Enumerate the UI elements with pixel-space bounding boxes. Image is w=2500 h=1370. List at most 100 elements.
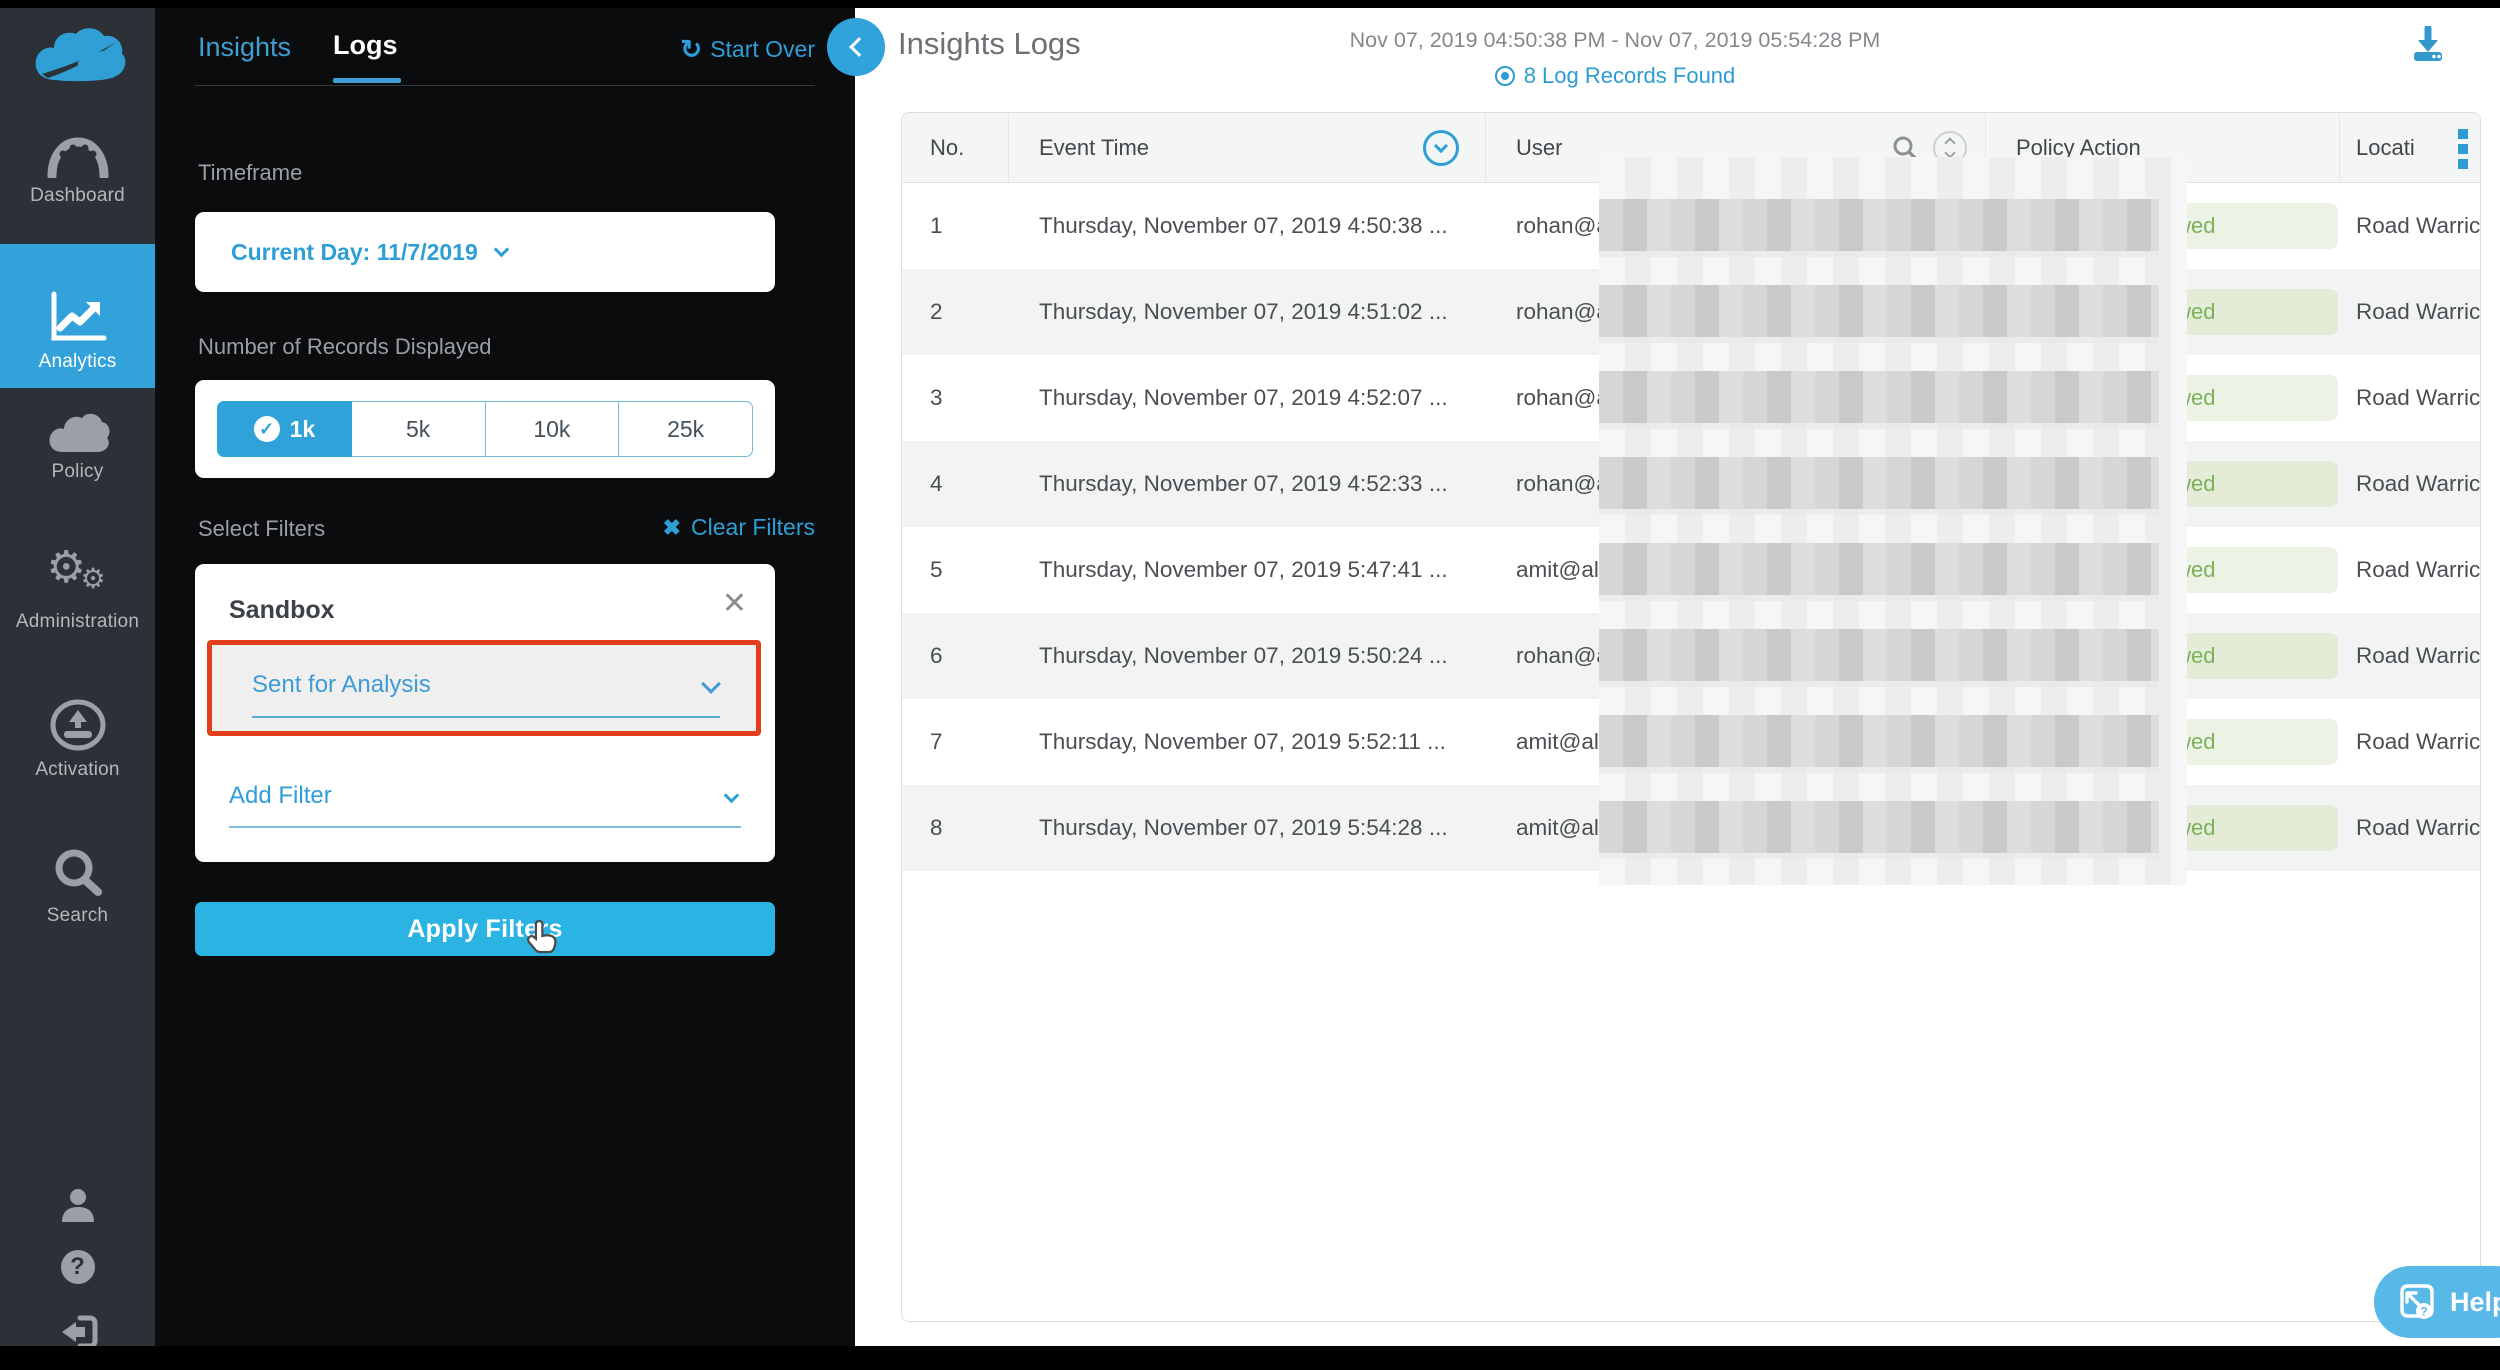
help-circle-icon[interactable]: ?: [0, 1250, 155, 1284]
active-tab-underline: [333, 78, 401, 83]
chevron-down-icon: [493, 241, 509, 257]
user-icon[interactable]: [0, 1186, 155, 1224]
records-found-link[interactable]: 8 Log Records Found: [1495, 63, 1736, 89]
timeframe-label: Timeframe: [198, 160, 302, 186]
collapse-panel-button[interactable]: [827, 18, 885, 76]
cell-event-time: Thursday, November 07, 2019 4:50:38 ...: [1009, 183, 1486, 269]
cell-location: Road Warric: [2340, 183, 2480, 269]
date-range-text: Nov 07, 2019 04:50:38 PM - Nov 07, 2019 …: [1150, 28, 2080, 53]
records-option-label: 10k: [533, 416, 570, 443]
cloud-icon: [46, 410, 110, 454]
sidebar-item-label: Dashboard: [30, 185, 125, 207]
cell-event-time: Thursday, November 07, 2019 4:52:33 ...: [1009, 441, 1486, 527]
clear-filters-button[interactable]: ✖ Clear Filters: [663, 514, 815, 541]
records-option-label: 25k: [667, 416, 704, 443]
hand-cursor-icon: [525, 918, 559, 958]
redaction-blur-bar: [1599, 543, 2159, 595]
redaction-blur-bar: [1599, 629, 2159, 681]
cell-location: Road Warric: [2340, 441, 2480, 527]
sidebar-item-search[interactable]: Search: [0, 846, 155, 927]
cell-no: 7: [902, 699, 1009, 785]
records-option-1k[interactable]: ✓ 1k: [217, 401, 352, 457]
help-button[interactable]: ? Help: [2374, 1266, 2500, 1338]
sandbox-value-dropdown[interactable]: Sent for Analysis: [212, 645, 756, 731]
redaction-blur-bar: [1599, 457, 2159, 509]
help-label: Help: [2450, 1287, 2500, 1318]
cell-event-time: Thursday, November 07, 2019 5:54:28 ...: [1009, 785, 1486, 871]
records-option-10k[interactable]: 10k: [486, 401, 620, 457]
cell-no: 2: [902, 269, 1009, 355]
redaction-blur-bar: [1599, 801, 2159, 853]
sidebar-item-label: Analytics: [39, 351, 117, 373]
cell-no: 6: [902, 613, 1009, 699]
check-circle-icon: ✓: [254, 416, 280, 442]
records-option-label: 1k: [290, 416, 316, 443]
cell-no: 3: [902, 355, 1009, 441]
cell-location: Road Warric: [2340, 269, 2480, 355]
add-filter-label: Add Filter: [229, 782, 332, 809]
cell-location: Road Warric: [2340, 355, 2480, 441]
sandbox-filter-card: Sandbox ✕ Sent for Analysis Add Filter: [195, 564, 775, 862]
cell-event-time: Thursday, November 07, 2019 4:51:02 ...: [1009, 269, 1486, 355]
add-filter-dropdown[interactable]: Add Filter: [229, 782, 741, 810]
cell-event-time: Thursday, November 07, 2019 5:52:11 ...: [1009, 699, 1486, 785]
line-chart-icon: [48, 290, 108, 344]
select-filters-label: Select Filters: [198, 516, 325, 542]
page-title: Insights Logs: [898, 26, 1081, 62]
logs-table: No. Event Time User: [901, 112, 2481, 1322]
sidebar-item-administration[interactable]: ⚙ ⚙ Administration: [0, 550, 155, 633]
redaction-blur-column: [1599, 157, 2187, 885]
records-option-25k[interactable]: 25k: [619, 401, 753, 457]
filter-panel: Insights Logs ↻ Start Over Timeframe Cur…: [155, 8, 855, 1346]
zscaler-cloud-logo[interactable]: [28, 22, 128, 94]
refresh-icon: ↻: [680, 34, 702, 65]
sidebar-item-policy[interactable]: Policy: [0, 410, 155, 483]
dropdown-underline: [229, 826, 741, 828]
chevron-down-icon: [701, 674, 721, 694]
clear-x-icon: ✖: [663, 515, 681, 541]
redaction-blur-bar: [1599, 285, 2159, 337]
feedback-icon: ?: [2394, 1280, 2438, 1324]
sandbox-selected-value: Sent for Analysis: [252, 671, 431, 699]
close-icon[interactable]: ✕: [722, 586, 747, 621]
redaction-blur-bar: [1599, 715, 2159, 767]
sidebar-item-dashboard[interactable]: Dashboard: [0, 134, 155, 207]
records-found-label: 8 Log Records Found: [1524, 63, 1736, 89]
cell-event-time: Thursday, November 07, 2019 5:47:41 ...: [1009, 527, 1486, 613]
records-option-5k[interactable]: 5k: [352, 401, 486, 457]
left-nav-rail: Dashboard Analytics Policy ⚙: [0, 8, 155, 1346]
tabs-divider: [195, 85, 815, 86]
cell-no: 4: [902, 441, 1009, 527]
sidebar-item-label: Policy: [52, 461, 104, 483]
timeframe-value: Current Day: 11/7/2019: [231, 239, 478, 266]
cell-event-time: Thursday, November 07, 2019 4:52:07 ...: [1009, 355, 1486, 441]
redaction-blur-bar: [1599, 371, 2159, 423]
sidebar-item-label: Search: [47, 905, 108, 927]
records-segmented-control: ✓ 1k 5k 10k 25k: [217, 401, 753, 457]
svg-text:?: ?: [2420, 1305, 2427, 1319]
sort-desc-icon[interactable]: [1423, 130, 1459, 166]
sidebar-item-activation[interactable]: Activation: [0, 698, 155, 781]
speedometer-icon: [47, 134, 109, 178]
download-icon[interactable]: [2408, 26, 2448, 64]
col-header-event-time[interactable]: Event Time: [1009, 113, 1486, 182]
sidebar-item-analytics[interactable]: Analytics: [0, 244, 155, 388]
records-option-label: 5k: [406, 416, 430, 443]
records-card: ✓ 1k 5k 10k 25k: [195, 380, 775, 478]
target-icon: [1495, 66, 1515, 86]
tab-insights[interactable]: Insights: [198, 32, 291, 63]
tab-logs[interactable]: Logs: [333, 30, 398, 61]
app-root: Dashboard Analytics Policy ⚙: [0, 0, 2500, 1370]
timeframe-dropdown[interactable]: Current Day: 11/7/2019: [195, 212, 775, 292]
dropdown-underline: [252, 716, 720, 718]
apply-filters-button[interactable]: Apply Filters: [195, 902, 775, 956]
column-menu-icon[interactable]: [2458, 129, 2468, 169]
cell-location: Road Warric: [2340, 785, 2480, 871]
cell-event-time: Thursday, November 07, 2019 5:50:24 ...: [1009, 613, 1486, 699]
logout-icon[interactable]: [0, 1314, 155, 1350]
start-over-button[interactable]: ↻ Start Over: [680, 34, 815, 65]
cell-location: Road Warric: [2340, 527, 2480, 613]
col-header-no[interactable]: No.: [902, 113, 1009, 182]
chevron-down-icon: [724, 788, 740, 804]
cell-no: 8: [902, 785, 1009, 871]
